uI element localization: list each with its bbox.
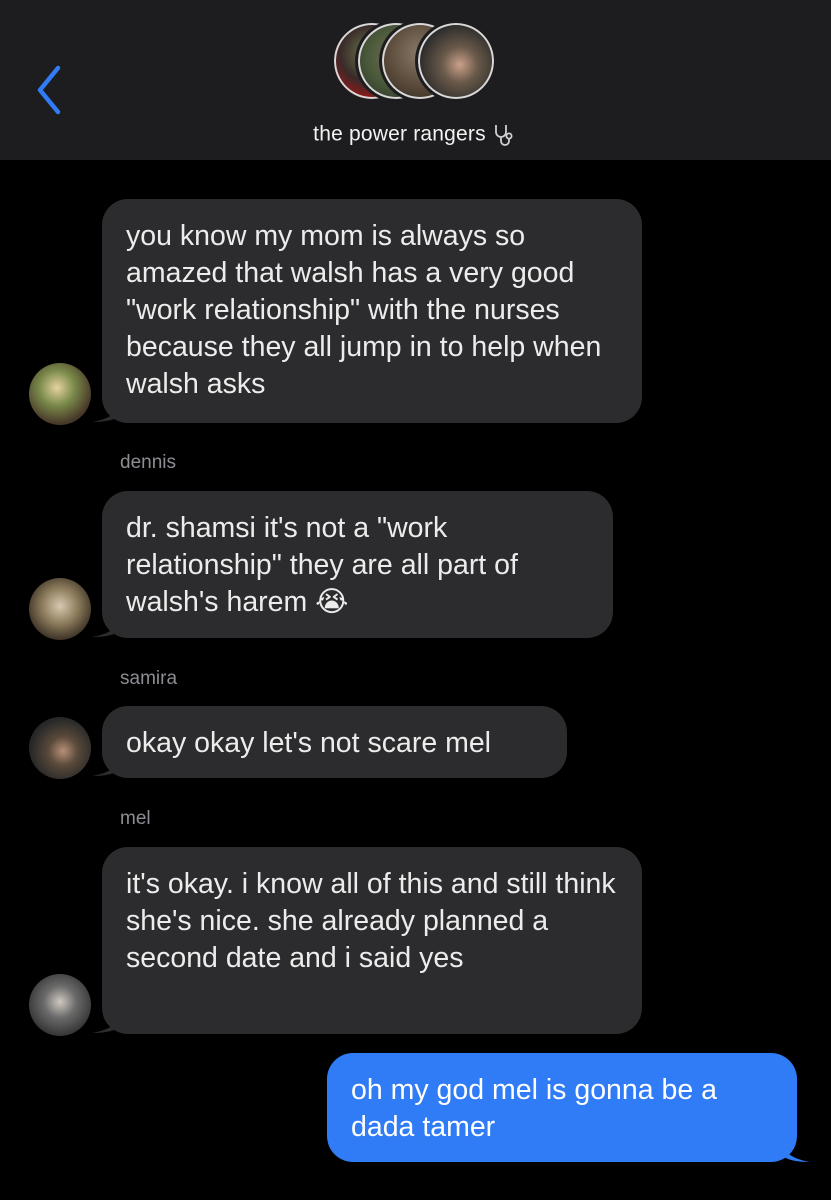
message-text: okay okay let's not scare mel: [126, 727, 492, 759]
conversation-header: the power rangers: [0, 0, 831, 160]
sender-avatar[interactable]: [29, 578, 91, 640]
message-bubble[interactable]: dr. shamsi it's not a "work relationship…: [102, 491, 613, 638]
group-name: the power rangers: [313, 122, 486, 146]
group-avatar-stack[interactable]: [331, 20, 501, 112]
group-avatar: [415, 20, 497, 102]
message-text: you know my mom is always so amazed that…: [126, 220, 602, 400]
group-title[interactable]: the power rangers: [0, 122, 831, 148]
message-bubble[interactable]: it's okay. i know all of this and still …: [102, 847, 642, 1034]
sender-avatar[interactable]: [29, 974, 91, 1036]
message-bubble[interactable]: you know my mom is always so amazed that…: [102, 199, 642, 423]
sender-avatar[interactable]: [29, 717, 91, 779]
sender-name: samira: [120, 668, 178, 689]
message-text: oh my god mel is gonna be a dada tamer: [351, 1074, 717, 1143]
sender-avatar[interactable]: [29, 363, 91, 425]
back-button[interactable]: [30, 62, 70, 118]
chevron-left-icon: [37, 65, 61, 115]
message-bubble[interactable]: okay okay let's not scare mel: [102, 706, 567, 778]
message-text: dr. shamsi it's not a "work relationship…: [126, 512, 518, 618]
message-text: it's okay. i know all of this and still …: [126, 868, 616, 974]
message-bubble-outgoing[interactable]: oh my god mel is gonna be a dada tamer: [327, 1053, 797, 1162]
sender-name: dennis: [120, 452, 176, 473]
sender-name: mel: [120, 808, 151, 829]
stethoscope-icon: [494, 125, 513, 146]
